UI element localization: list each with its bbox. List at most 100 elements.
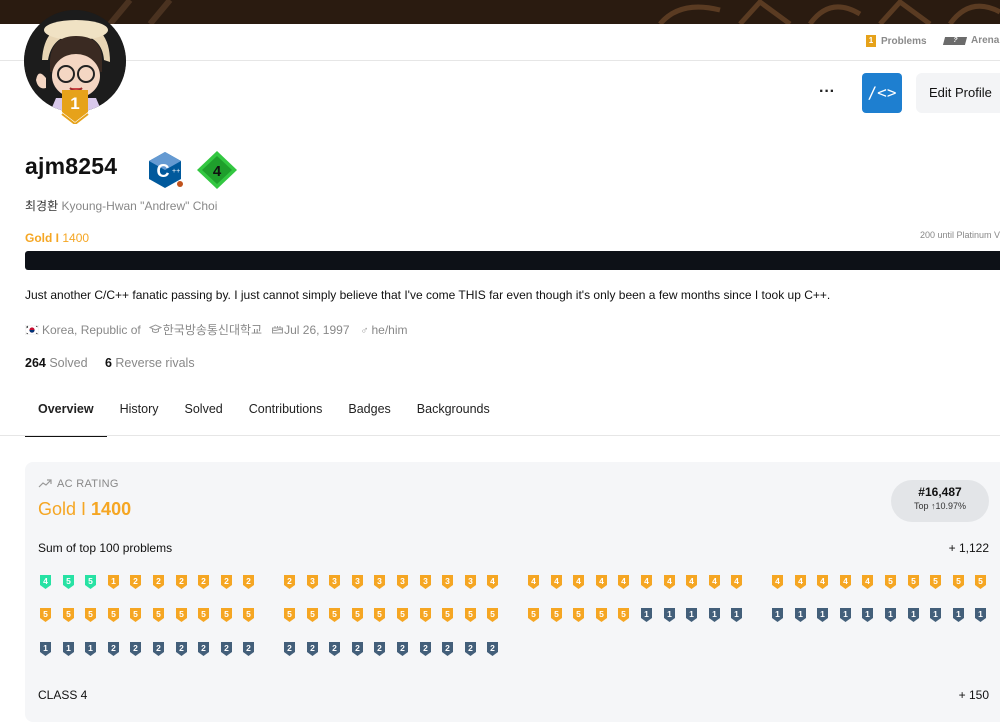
- problem-tier-icon[interactable]: 5: [907, 575, 919, 589]
- problem-tier-icon[interactable]: 2: [130, 642, 142, 656]
- problem-tier-icon[interactable]: 5: [351, 608, 363, 622]
- problem-tier-icon[interactable]: 4: [794, 575, 806, 589]
- problem-tier-icon[interactable]: 1: [62, 642, 74, 656]
- problem-tier-icon[interactable]: 2: [153, 642, 164, 656]
- problem-tier-icon[interactable]: 1: [107, 575, 119, 589]
- tab-overview[interactable]: Overview: [25, 392, 107, 437]
- problem-tier-icon[interactable]: 2: [198, 642, 210, 656]
- problem-tier-icon[interactable]: 5: [573, 608, 585, 622]
- tab-solved[interactable]: Solved: [172, 392, 236, 435]
- problem-tier-icon[interactable]: 5: [464, 608, 476, 622]
- cpp-language-icon[interactable]: C ++: [145, 150, 185, 190]
- problem-tier-icon[interactable]: 2: [284, 575, 295, 589]
- problem-tier-icon[interactable]: 3: [306, 575, 318, 589]
- problem-tier-icon[interactable]: 3: [374, 575, 386, 589]
- problem-tier-icon[interactable]: 5: [528, 608, 539, 622]
- problem-tier-icon[interactable]: 5: [550, 608, 562, 622]
- problem-tier-icon[interactable]: 5: [130, 608, 142, 622]
- problem-tier-icon[interactable]: 2: [107, 642, 119, 656]
- problem-tier-icon[interactable]: 1: [731, 608, 743, 622]
- problem-tier-icon[interactable]: 3: [442, 575, 454, 589]
- problem-tier-icon[interactable]: 5: [885, 575, 896, 589]
- problem-tier-icon[interactable]: 4: [487, 575, 499, 589]
- problem-tier-icon[interactable]: 1: [794, 608, 806, 622]
- problem-tier-icon[interactable]: 5: [306, 608, 318, 622]
- problem-tier-icon[interactable]: 5: [243, 608, 255, 622]
- problem-tier-icon[interactable]: 2: [198, 575, 210, 589]
- problem-tier-icon[interactable]: 5: [595, 608, 607, 622]
- problem-tier-icon[interactable]: 2: [175, 642, 187, 656]
- problem-tier-icon[interactable]: 5: [40, 608, 51, 622]
- problem-tier-icon[interactable]: 2: [220, 642, 232, 656]
- problem-tier-icon[interactable]: 2: [130, 575, 142, 589]
- problem-tier-icon[interactable]: 4: [550, 575, 562, 589]
- problem-tier-icon[interactable]: 5: [62, 608, 74, 622]
- problem-tier-icon[interactable]: 1: [772, 608, 783, 622]
- problem-tier-icon[interactable]: 4: [528, 575, 539, 589]
- problem-tier-icon[interactable]: 1: [839, 608, 851, 622]
- problem-tier-icon[interactable]: 2: [153, 575, 164, 589]
- tab-history[interactable]: History: [107, 392, 172, 435]
- problem-tier-icon[interactable]: 2: [397, 642, 408, 656]
- tab-backgrounds[interactable]: Backgrounds: [404, 392, 503, 435]
- problem-tier-icon[interactable]: 5: [153, 608, 164, 622]
- problem-tier-icon[interactable]: 5: [419, 608, 431, 622]
- problem-tier-icon[interactable]: 5: [952, 575, 964, 589]
- edit-profile-button[interactable]: Edit Profile: [916, 73, 1000, 113]
- problem-tier-icon[interactable]: 5: [618, 608, 630, 622]
- problem-tier-icon[interactable]: 1: [885, 608, 896, 622]
- problem-tier-icon[interactable]: 1: [952, 608, 964, 622]
- problem-tier-icon[interactable]: 1: [40, 642, 51, 656]
- problem-tier-icon[interactable]: 3: [397, 575, 408, 589]
- problem-tier-icon[interactable]: 4: [595, 575, 607, 589]
- problem-tier-icon[interactable]: 3: [351, 575, 363, 589]
- nav-arena[interactable]: ? Arena: [942, 35, 999, 46]
- problem-tier-icon[interactable]: 2: [487, 642, 499, 656]
- problem-tier-icon[interactable]: 2: [351, 642, 363, 656]
- problem-tier-icon[interactable]: 5: [284, 608, 295, 622]
- rivals-stat[interactable]: 6 Reverse rivals: [105, 356, 195, 370]
- problem-tier-icon[interactable]: 5: [62, 575, 74, 589]
- problem-tier-icon[interactable]: 2: [464, 642, 476, 656]
- problem-tier-icon[interactable]: 5: [975, 575, 987, 589]
- problem-tier-icon[interactable]: 4: [839, 575, 851, 589]
- problem-tier-icon[interactable]: 3: [464, 575, 476, 589]
- problem-tier-icon[interactable]: 1: [686, 608, 698, 622]
- problem-tier-icon[interactable]: 3: [329, 575, 341, 589]
- problem-tier-icon[interactable]: 4: [817, 575, 829, 589]
- problem-tier-icon[interactable]: 4: [663, 575, 675, 589]
- problem-tier-icon[interactable]: 5: [329, 608, 341, 622]
- rank-pill[interactable]: #16,487 Top ↑10.97%: [891, 480, 989, 522]
- problem-tier-icon[interactable]: 1: [862, 608, 874, 622]
- problem-tier-icon[interactable]: 1: [975, 608, 987, 622]
- problem-tier-icon[interactable]: 1: [907, 608, 919, 622]
- problem-tier-icon[interactable]: 1: [641, 608, 652, 622]
- problem-tier-icon[interactable]: 2: [419, 642, 431, 656]
- problem-tier-icon[interactable]: 1: [708, 608, 720, 622]
- problem-tier-icon[interactable]: 2: [306, 642, 318, 656]
- problem-tier-icon[interactable]: 4: [708, 575, 720, 589]
- problem-tier-icon[interactable]: 5: [487, 608, 499, 622]
- problem-tier-icon[interactable]: 4: [686, 575, 698, 589]
- nav-problems[interactable]: 1 Problems: [866, 35, 927, 47]
- problem-tier-icon[interactable]: 5: [930, 575, 942, 589]
- problem-tier-icon[interactable]: 4: [618, 575, 630, 589]
- problem-tier-icon[interactable]: 3: [419, 575, 431, 589]
- solved-stat[interactable]: 264 Solved: [25, 356, 88, 370]
- problem-tier-icon[interactable]: 1: [817, 608, 829, 622]
- problem-tier-icon[interactable]: 5: [374, 608, 386, 622]
- problem-tier-icon[interactable]: 2: [243, 642, 255, 656]
- code-icon-button[interactable]: /<>: [862, 73, 902, 113]
- problem-tier-icon[interactable]: 5: [85, 575, 97, 589]
- problem-tier-icon[interactable]: 5: [442, 608, 454, 622]
- tab-badges[interactable]: Badges: [335, 392, 403, 435]
- problem-tier-icon[interactable]: 1: [663, 608, 675, 622]
- problem-tier-icon[interactable]: 4: [573, 575, 585, 589]
- problem-tier-icon[interactable]: 5: [198, 608, 210, 622]
- problem-tier-icon[interactable]: 2: [442, 642, 454, 656]
- school[interactable]: 한국방송통신대학교: [149, 321, 262, 338]
- problem-tier-icon[interactable]: 5: [220, 608, 232, 622]
- problem-tier-icon[interactable]: 2: [243, 575, 255, 589]
- problem-tier-icon[interactable]: 2: [175, 575, 187, 589]
- problem-tier-icon[interactable]: 5: [397, 608, 408, 622]
